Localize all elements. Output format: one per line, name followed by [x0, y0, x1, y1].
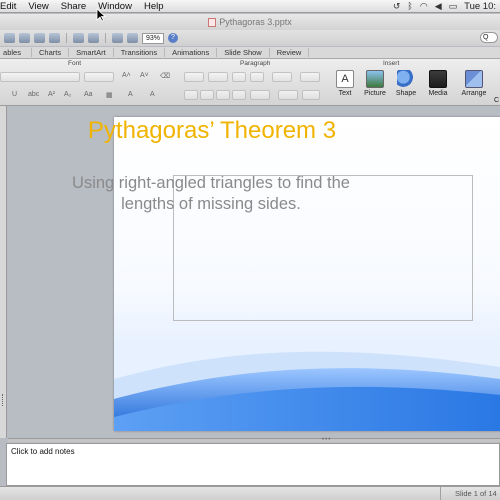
subscript-icon[interactable]: A₂	[64, 91, 71, 98]
tab-review[interactable]: Review	[270, 48, 310, 57]
slide-counter: Slide 1 of 14	[455, 489, 497, 498]
menu-share[interactable]: Share	[55, 1, 92, 12]
font-size-dropdown[interactable]	[84, 72, 114, 82]
notes-resize-grip[interactable]: •••	[322, 437, 331, 443]
align-left-icon[interactable]	[184, 90, 198, 100]
search-input[interactable]: Q	[480, 32, 498, 43]
insert-media-label: Media	[428, 90, 448, 97]
tab-tables[interactable]: ables	[0, 48, 32, 57]
font-group-title: Font	[68, 60, 82, 67]
menu-help[interactable]: Help	[138, 1, 170, 12]
strikethrough-icon[interactable]: abc	[28, 91, 39, 98]
menu-edit[interactable]: Edit	[0, 1, 22, 12]
undo-icon[interactable]	[73, 33, 84, 43]
open-icon[interactable]	[34, 33, 45, 43]
panel-splitter-handle[interactable]	[2, 394, 4, 406]
insert-picture-button[interactable]: Picture	[358, 70, 392, 97]
insert-shape-label: Shape	[395, 90, 417, 97]
justify-icon[interactable]	[232, 90, 246, 100]
tab-transitions[interactable]: Transitions	[114, 48, 166, 57]
decrease-indent-icon[interactable]	[232, 72, 246, 82]
bluetooth-icon[interactable]: ᛒ	[407, 1, 412, 11]
insert-media-button[interactable]: Media	[421, 70, 455, 97]
insert-text-button[interactable]: A Text	[328, 70, 362, 97]
change-case-icon[interactable]: Aa	[84, 91, 93, 98]
slide-title[interactable]: Pythagoras’ Theorem 3	[62, 117, 362, 145]
menu-clock[interactable]: Tue 10:	[464, 1, 496, 12]
picture-icon	[366, 70, 384, 88]
slide-subtitle[interactable]: Using right-angled triangles to find the…	[52, 173, 370, 215]
help-icon[interactable]: ?	[168, 33, 178, 43]
tab-animations[interactable]: Animations	[165, 48, 218, 57]
menu-extras: ↺ ᛒ ◠ ◀ ▭ Tue 10:	[393, 1, 500, 12]
volume-icon[interactable]: ◀	[435, 1, 442, 12]
ribbon-tabs: ables Charts SmartArt Transitions Animat…	[0, 47, 500, 59]
notes-placeholder[interactable]: Click to add notes	[11, 447, 75, 456]
paragraph-group-title: Paragraph	[240, 60, 271, 67]
redo-icon[interactable]	[88, 33, 99, 43]
grow-font-icon[interactable]: A˄	[122, 72, 131, 79]
line-spacing-icon[interactable]	[272, 72, 292, 82]
status-bar: Slide 1 of 14	[0, 486, 500, 500]
wifi-icon[interactable]: ◠	[420, 1, 428, 12]
columns-icon[interactable]	[300, 72, 320, 82]
toolbar-divider	[66, 33, 67, 43]
pptx-file-icon	[208, 17, 217, 27]
text-box-icon: A	[336, 70, 354, 88]
slide-thumbnails-panel[interactable]	[0, 106, 7, 438]
media-icon	[429, 70, 447, 88]
menu-bar: Edit View Share Window Help ↺ ᛒ ◠ ◀ ▭ Tu…	[0, 0, 500, 13]
clear-format-icon[interactable]: ⌫	[160, 72, 170, 80]
bullets-icon[interactable]	[184, 72, 204, 82]
templates-icon[interactable]	[4, 33, 15, 43]
font-color-icon[interactable]: A	[128, 91, 133, 98]
underline-icon[interactable]: U	[12, 91, 17, 98]
text-effects-icon[interactable]: A	[150, 91, 155, 98]
window-title: Pythagoras 3.pptx	[219, 17, 292, 27]
save-icon[interactable]	[49, 33, 60, 43]
numbering-icon[interactable]	[208, 72, 228, 82]
insert-text-label: Text	[338, 90, 352, 97]
insert-group-title: Insert	[383, 60, 400, 67]
text-direction-icon[interactable]	[250, 90, 270, 100]
notes-divider[interactable]	[8, 438, 500, 442]
increase-indent-icon[interactable]	[250, 72, 264, 82]
font-name-dropdown[interactable]	[0, 72, 80, 82]
align-text-icon[interactable]	[278, 90, 298, 100]
battery-icon[interactable]: ▭	[449, 1, 458, 12]
gallery-icon[interactable]	[112, 33, 123, 43]
insert-picture-label: Picture	[364, 90, 386, 97]
arrange-icon	[465, 70, 483, 88]
toolbar-divider	[105, 33, 106, 43]
arrange-button[interactable]: Arrange	[457, 70, 491, 97]
document-title: Pythagoras 3.pptx	[208, 17, 292, 27]
new-icon[interactable]	[19, 33, 30, 43]
zoom-field[interactable]: 93%	[142, 32, 164, 44]
ribbon-overflow-label[interactable]: C	[494, 97, 499, 104]
align-center-icon[interactable]	[200, 90, 214, 100]
tab-slide-show[interactable]: Slide Show	[217, 48, 270, 57]
insert-shape-button[interactable]: Shape	[389, 70, 423, 97]
standard-toolbar: 93% ? Q	[0, 30, 500, 46]
notes-pane[interactable]: Click to add notes	[6, 443, 500, 486]
menu-view[interactable]: View	[22, 1, 54, 12]
time-machine-icon[interactable]: ↺	[393, 1, 401, 12]
status-divider	[440, 487, 441, 500]
shape-icon	[397, 70, 415, 88]
tab-smartart[interactable]: SmartArt	[69, 48, 114, 57]
window-title-bar: Pythagoras 3.pptx	[0, 14, 500, 30]
tab-charts[interactable]: Charts	[32, 48, 70, 57]
shrink-font-icon[interactable]: A˅	[140, 72, 149, 79]
mouse-cursor-icon	[96, 8, 106, 22]
align-right-icon[interactable]	[216, 90, 230, 100]
convert-smartart-icon[interactable]	[302, 90, 320, 100]
ribbon: Font Paragraph Insert A˄ A˅ ⌫ U abc A² A…	[0, 59, 500, 106]
slide-canvas[interactable]	[114, 117, 500, 431]
superscript-icon[interactable]: A²	[48, 91, 55, 98]
media-browser-icon[interactable]	[127, 33, 138, 43]
highlight-icon[interactable]: ▦	[106, 91, 113, 99]
arrange-label: Arrange	[461, 90, 487, 97]
